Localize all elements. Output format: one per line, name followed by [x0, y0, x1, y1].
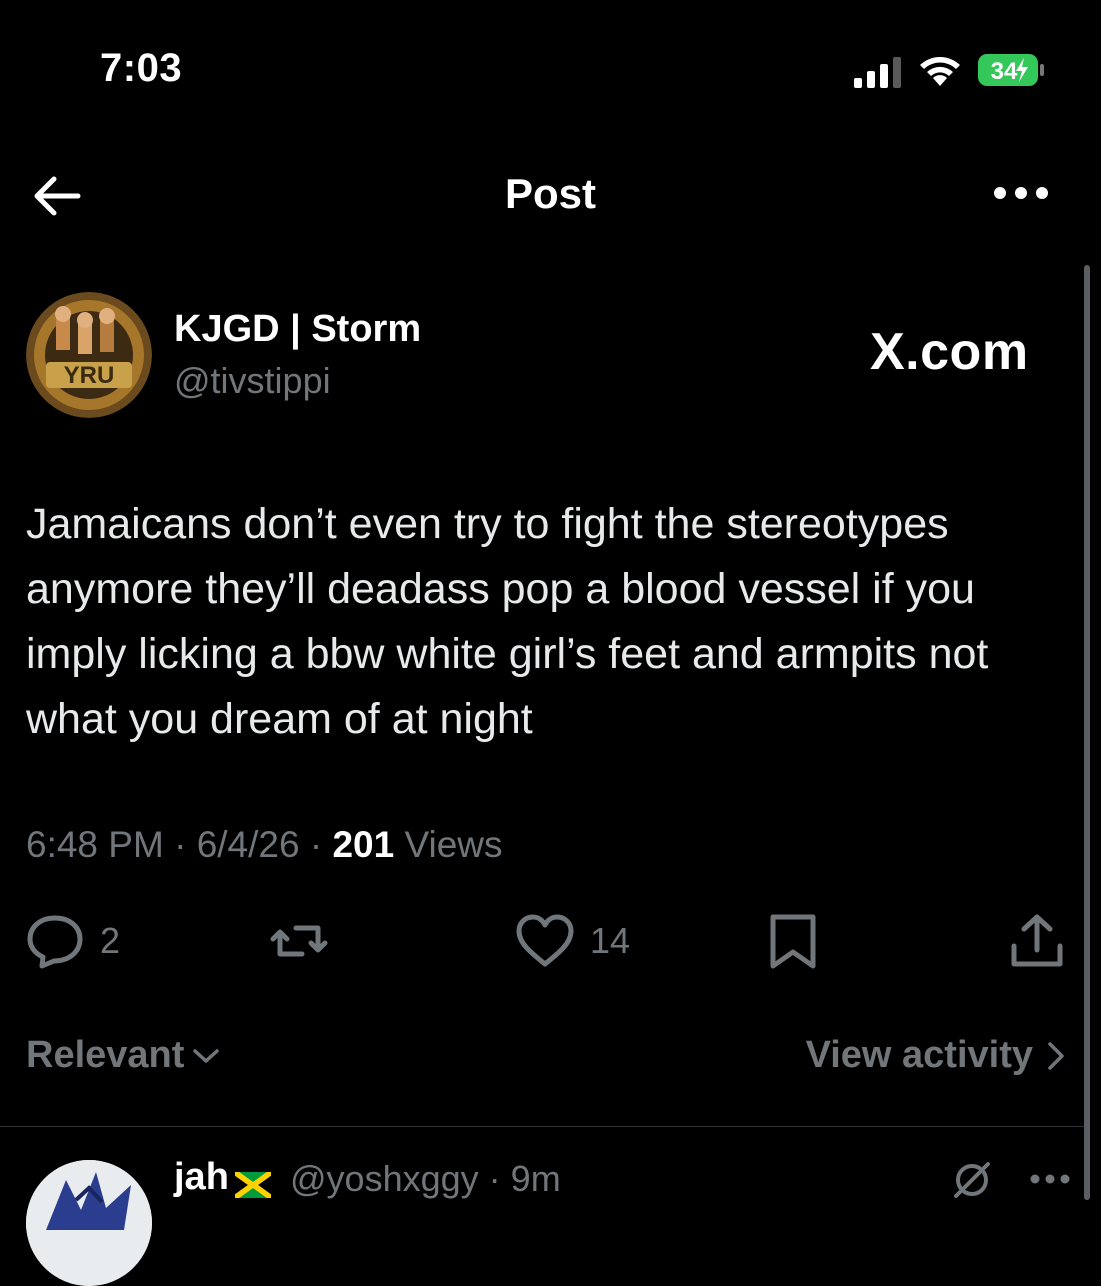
repost-button[interactable]: [268, 912, 330, 970]
status-time: 7:03: [100, 46, 183, 90]
share-button[interactable]: [1006, 912, 1068, 970]
post-time: 6:48 PM: [26, 824, 164, 865]
reply-author[interactable]: jah: [174, 1156, 273, 1200]
chevron-down-icon: [193, 1048, 220, 1063]
views-label: Views: [404, 824, 503, 865]
reply-count: 2: [100, 920, 121, 961]
avatar-logo-text: YRU: [64, 362, 115, 389]
repost-icon: [270, 925, 328, 957]
post-text: Jamaicans don’t even try to fight the st…: [26, 500, 989, 743]
post-date: 6/4/26: [196, 824, 300, 865]
view-activity-label: View activity: [805, 1034, 1033, 1076]
scrollbar[interactable]: [1084, 265, 1090, 1200]
more-options-icon[interactable]: [990, 178, 1052, 208]
sort-label: Relevant: [26, 1034, 185, 1076]
like-count: 14: [590, 920, 631, 961]
page-title: Post: [504, 170, 596, 217]
like-button[interactable]: 14: [514, 912, 630, 970]
heart-icon: [516, 914, 574, 967]
reply-handle: @yoshxggy: [290, 1158, 479, 1199]
reply-age: 9m: [510, 1158, 561, 1199]
bookmark-button[interactable]: [762, 912, 824, 970]
battery-icon: 34: [976, 52, 1046, 88]
chevron-right-icon: [1048, 1041, 1064, 1070]
reply-handle-line: @yoshxggy · 9m: [290, 1158, 561, 1200]
reply-icon: [27, 915, 83, 969]
grok-icon[interactable]: [952, 1160, 992, 1200]
divider: [0, 1126, 1090, 1127]
meta-separator: ·: [309, 824, 323, 865]
meta-separator: ·: [174, 824, 187, 865]
author-name[interactable]: KJGD | Storm: [174, 308, 421, 351]
post-meta: 6:48 PM · 6/4/26 · 201 Views: [26, 824, 503, 866]
wifi-icon: [920, 57, 960, 86]
reply-more-icon[interactable]: [1028, 1168, 1072, 1190]
jamaica-flag-icon: [233, 1165, 273, 1200]
battery-level: 34: [991, 58, 1018, 85]
views-count: 201: [332, 824, 395, 865]
x-com-watermark: X.com: [870, 323, 1029, 381]
sort-dropdown[interactable]: Relevant: [26, 1034, 220, 1077]
reply-author-name: jah: [174, 1156, 229, 1198]
author-handle[interactable]: @tivstippi: [174, 360, 331, 402]
reply-button[interactable]: 2: [24, 912, 120, 970]
cellular-signal-icon: [854, 57, 901, 88]
meta-separator: ·: [488, 1158, 501, 1199]
author-avatar[interactable]: YRU: [26, 292, 152, 418]
reply-avatar[interactable]: [26, 1160, 152, 1286]
bookmark-icon: [770, 914, 816, 969]
share-icon: [1011, 914, 1063, 967]
view-activity-link[interactable]: View activity: [806, 1034, 1065, 1077]
